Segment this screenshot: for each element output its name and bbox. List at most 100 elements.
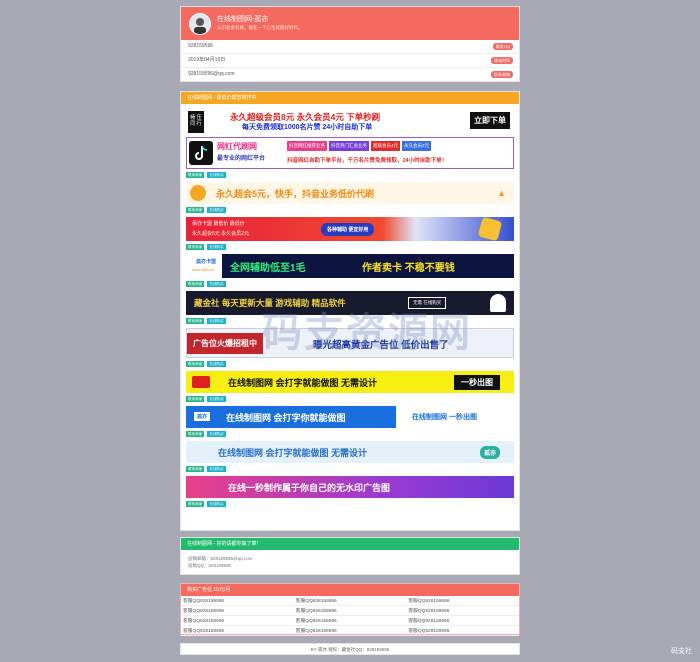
banner-1[interactable]: 畅 压 同 行 永久超级会员8元 永久会员4元 下单秒刷 每天免费领取1000名…	[186, 110, 514, 134]
banner-10-logo: 孤亦	[479, 446, 500, 459]
buy-online-button[interactable]: 在线购买	[207, 466, 226, 472]
banner-8-text: 在线制图网 会打字就能做图 无需设计	[228, 378, 378, 388]
red-envelope-icon	[192, 376, 210, 388]
table-cell[interactable]: 客服QQ928159596	[181, 596, 294, 606]
banner-11-text: 在线一秒制作属于你自己的无水印广告图	[228, 483, 391, 493]
contact-card: 在线制图网 - 好的请都你做了算！ 投稿邮箱：928159596@qq.com …	[180, 537, 520, 575]
contact-seller-button[interactable]: 联系商家	[186, 207, 205, 213]
contact-header: 在线制图网 - 好的请都你做了算！	[181, 538, 519, 550]
banner-2-tag: 永久会员2元	[402, 141, 432, 151]
banner-3[interactable]: 永久超会5元，快手，抖音业务低价代刷 ▲	[186, 182, 514, 204]
buy-online-button[interactable]: 在线购买	[207, 396, 226, 402]
banner-2-actions: 联系商家 在线购买	[186, 170, 514, 180]
banner-10-text: 在线制图网 会打字就能做图 无需设计	[218, 448, 368, 458]
banner-4-actions: 联系商家 在线购买	[186, 242, 514, 252]
contact-seller-button[interactable]: 联系商家	[186, 172, 205, 178]
contact-seller-button[interactable]: 联系商家	[186, 244, 205, 250]
ads-header: 在线制图网 - 最低价帮您制作中	[181, 92, 519, 104]
watermark: 码支资源网	[262, 311, 472, 355]
table-cell[interactable]: 客服QQ928159596	[406, 625, 519, 636]
contact-seller-button[interactable]: 联系商家	[186, 396, 205, 402]
banner-11-actions: 联系商家 在线购买	[186, 499, 514, 509]
banner-9-right: 在线制图网 一秒出图	[412, 414, 477, 421]
banner-8-button[interactable]: 一秒出图	[454, 375, 500, 390]
profile-row-qq: 928159596 联系QQ	[181, 40, 519, 54]
banner-10-actions: 联系商家 在线购买	[186, 464, 514, 474]
table-cell[interactable]: 客服QQ928159596	[181, 625, 294, 636]
table-row: 客服QQ928159596 客服QQ928159596 客服QQ92815959…	[181, 605, 519, 616]
banner-1-logo: 畅 压 同 行	[188, 111, 204, 133]
table-cell[interactable]: 客服QQ928159596	[406, 596, 519, 606]
banner-9-logo: 孤亦	[194, 412, 211, 421]
contact-seller-button[interactable]: 联系商家	[186, 318, 205, 324]
buy-online-button[interactable]: 在线购买	[207, 318, 226, 324]
table-cell[interactable]: 客服QQ928159596	[181, 605, 294, 616]
rocket-icon	[477, 217, 503, 241]
banner-3-text: 永久超会5元，快手，抖音业务低价代刷	[216, 189, 375, 199]
banner-4-line2: 永久超会5元 永久会员2元	[192, 231, 249, 237]
contact-seller-button[interactable]: 联系商家	[186, 466, 205, 472]
buy-online-button[interactable]: 在线购买	[207, 431, 226, 437]
banner-5-text2: 作者卖卡 不稳不要钱	[362, 263, 455, 274]
table-cell[interactable]: 客服QQ928159596	[293, 596, 407, 606]
profile-header: 在线制图网-孤亦 认识就会有缘，能在一个心生就能好好吗。	[181, 7, 519, 40]
buy-online-button[interactable]: 在线购买	[207, 172, 226, 178]
buy-online-button[interactable]: 在线购买	[207, 361, 226, 367]
banner-1-line2: 每天免费领取1000名片赞 24小时自助下单	[242, 124, 373, 131]
banner-4-line1: 佰亦卡盟 最低价 最低价	[192, 221, 245, 227]
profile-card: 在线制图网-孤亦 认识就会有缘，能在一个心生就能好好吗。 928159596 联…	[180, 6, 520, 82]
contact-email: 投稿邮箱：928159596@qq.com	[188, 556, 253, 561]
banner-5-logo: 孤亦卡盟	[196, 259, 217, 265]
banner-2-tag: 抖音热门汇总业务	[329, 141, 369, 151]
contact-seller-button[interactable]: 联系商家	[186, 501, 205, 507]
banner-5-actions: 联系商家 在线购买	[186, 279, 514, 289]
contact-seller-button[interactable]: 联系商家	[186, 361, 205, 367]
banner-10[interactable]: 在线制图网 会打字就能做图 无需设计 孤亦	[186, 441, 514, 463]
contact-qq: 投稿QQ：928159596	[188, 563, 232, 568]
banner-5[interactable]: 孤亦卡盟 www.qiiia.cn 全网辅助低至1毛 作者卖卡 不稳不要钱	[186, 254, 514, 278]
banner-7-left: 广告位火爆招租中	[187, 333, 263, 354]
rental-card: 购买广告位 15元/月 客服QQ928159596 客服QQ928159596 …	[180, 583, 520, 636]
banner-2[interactable]: 网红代刷网 最专业的网红平台 抖音网红推荐业务 抖音热门汇总业务 超级会员4元 …	[186, 137, 514, 169]
buy-online-button[interactable]: 在线购买	[207, 244, 226, 250]
banner-11[interactable]: 在线一秒制作属于你自己的无水印广告图	[186, 476, 514, 498]
banner-2-tags: 抖音网红推荐业务 抖音热门汇总业务 超级会员4元 永久会员2元	[287, 141, 432, 151]
buy-online-button[interactable]: 在线购买	[207, 207, 226, 213]
table-cell[interactable]: 客服QQ928159596	[406, 605, 519, 616]
banner-4-button[interactable]: 各种辅助 便宜好用	[321, 223, 375, 236]
banner-9[interactable]: 孤亦 在线制图网 会打字你就能做图 在线制图网 一秒出图	[186, 406, 514, 428]
banner-5-site: www.qiiia.cn	[192, 267, 215, 272]
contact-qq-button[interactable]: 联系QQ	[492, 43, 513, 50]
badge-icon	[190, 185, 206, 201]
banner-7-actions: 联系商家 在线购买	[186, 359, 514, 369]
table-cell[interactable]: 客服QQ928159596	[293, 625, 407, 636]
avatar	[189, 13, 211, 35]
banner-4[interactable]: 佰亦卡盟 最低价 最低价 永久超会5元 永久会员2元 各种辅助 便宜好用	[186, 217, 514, 241]
profile-title: 在线制图网-孤亦	[217, 16, 269, 23]
contact-email-button[interactable]: 联系邮箱	[491, 71, 513, 78]
banner-8[interactable]: 在线制图网 会打字就能做图 无需设计 一秒出图	[186, 371, 514, 393]
thumb-up-icon: ▲	[497, 188, 506, 198]
table-cell[interactable]: 客服QQ928159596	[293, 605, 407, 616]
buy-online-button[interactable]: 在线购买	[207, 501, 226, 507]
tiktok-icon	[189, 141, 213, 165]
contact-seller-button[interactable]: 联系商家	[186, 431, 205, 437]
table-cell[interactable]: 客服QQ928159596	[181, 615, 294, 626]
buy-online-button[interactable]: 在线购买	[207, 281, 226, 287]
banner-8-actions: 联系商家 在线购买	[186, 394, 514, 404]
contact-seller-button[interactable]: 联系商家	[186, 281, 205, 287]
table-cell[interactable]: 客服QQ928159596	[406, 615, 519, 626]
banner-2-line: 抖音网红自助下单平台，千万名片赞免费领取，24小时自助下单！	[287, 158, 448, 164]
qq-value: 928159596	[188, 43, 214, 49]
banner-9-text: 在线制图网 会打字你就能做图	[226, 413, 346, 423]
banner-2-title: 网红代刷网	[217, 142, 257, 151]
profile-row-date: 2019年04月16日 建站时间	[181, 54, 519, 68]
build-date-button[interactable]: 建站时间	[491, 57, 513, 64]
table-cell[interactable]: 客服QQ928159596	[293, 615, 407, 626]
footer: BY 孤亦 授权：藏金社QQ：928159596	[180, 643, 520, 655]
table-row: 客服QQ928159596 客服QQ928159596 客服QQ92815959…	[181, 596, 519, 606]
banner-2-tag: 超级会员4元	[371, 141, 401, 151]
profile-row-email: 928159596@qq.com 联系邮箱	[181, 68, 519, 81]
banner-1-order-button[interactable]: 立即下单	[470, 112, 510, 129]
banner-9-actions: 联系商家 在线购买	[186, 429, 514, 439]
